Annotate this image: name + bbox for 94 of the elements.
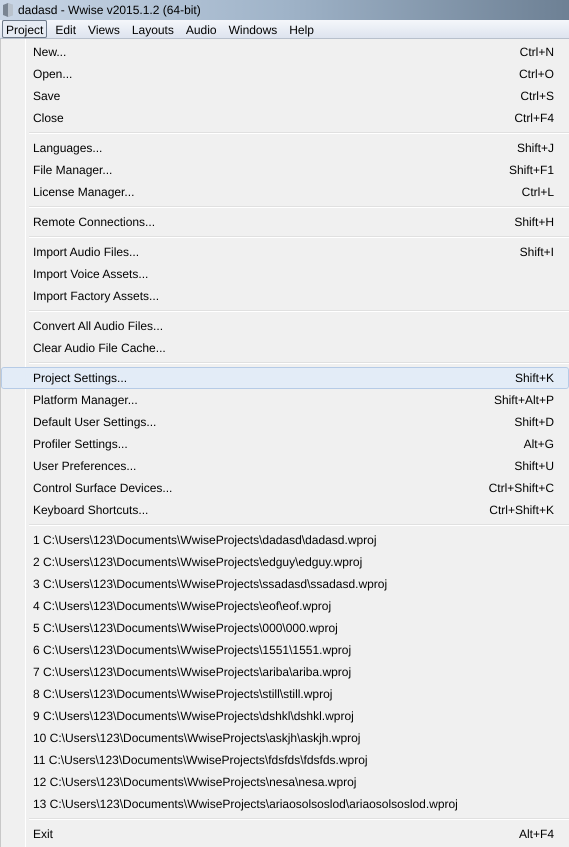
- shortcut-label: Ctrl+Shift+C: [488, 480, 554, 497]
- menu-item-label: Profiler Settings...: [33, 436, 128, 453]
- menu-item-label: Import Factory Assets...: [33, 288, 160, 305]
- menu-item-label: 12 C:\Users\123\Documents\WwiseProjects\nesa\nesa.wproj: [33, 774, 356, 791]
- menu-item-label: Platform Manager...: [33, 392, 138, 409]
- menu-item-label: Import Audio Files...: [33, 244, 140, 261]
- menu-item-label: Exit: [33, 826, 54, 843]
- menu-item[interactable]: 4 C:\Users\123\Documents\WwiseProjects\eof\eof.wproj: [1, 595, 569, 617]
- menu-item-label: 13 C:\Users\123\Documents\WwiseProjects\ariaosolsoslod\ariaosolsoslod.wproj: [33, 796, 458, 813]
- menu-item[interactable]: Keyboard Shortcuts... Ctrl+Shift+K: [1, 499, 569, 521]
- menu-item[interactable]: User Preferences... Shift+U: [1, 455, 569, 477]
- menu-item-label: 8 C:\Users\123\Documents\WwiseProjects\still\still.wproj: [33, 686, 332, 703]
- menu-item-label: Close: [33, 110, 64, 127]
- shortcut-label: Shift+J: [516, 140, 554, 157]
- shortcut-label: Shift+U: [514, 458, 554, 475]
- menu-item-label: 9 C:\Users\123\Documents\WwiseProjects\dshkl\dshkl.wproj: [33, 708, 354, 725]
- menu-item[interactable]: Import Factory Assets...: [1, 285, 569, 307]
- menu-item[interactable]: 6 C:\Users\123\Documents\WwiseProjects\1551\1551.wproj: [1, 639, 569, 661]
- menu-bar-item[interactable]: Project: [2, 20, 48, 38]
- shortcut-label: Ctrl+N: [520, 44, 554, 61]
- shortcut-label: Ctrl+Shift+K: [489, 502, 554, 519]
- menu-item[interactable]: Control Surface Devices... Ctrl+Shift+C: [1, 477, 569, 499]
- menu-item-label: 2 C:\Users\123\Documents\WwiseProjects\edguy\edguy.wproj: [33, 554, 362, 571]
- menu-item[interactable]: Remote Connections... Shift+H: [1, 211, 569, 233]
- menu-item-label: Clear Audio File Cache...: [33, 340, 166, 357]
- shortcut-label: Ctrl+O: [518, 66, 554, 83]
- menu-item[interactable]: Save Ctrl+S: [1, 85, 569, 107]
- menu-item-label: Project Settings...: [33, 370, 128, 387]
- menu-item[interactable]: Languages... Shift+J: [1, 137, 569, 159]
- menu-item[interactable]: 13 C:\Users\123\Documents\WwiseProjects\ariaosolsoslod\ariaosolsoslod.wproj: [1, 793, 569, 815]
- menu-bar-item[interactable]: Views: [84, 20, 124, 38]
- menu-item[interactable]: 11 C:\Users\123\Documents\WwiseProjects\fdsfds\fdsfds.wproj: [1, 749, 569, 771]
- menu-item-label: Default User Settings...: [33, 414, 156, 431]
- menu-item[interactable]: 7 C:\Users\123\Documents\WwiseProjects\ariba\ariba.wproj: [1, 661, 569, 683]
- menu-item[interactable]: Profiler Settings... Alt+G: [1, 433, 569, 455]
- menu-item-label: 10 C:\Users\123\Documents\WwiseProjects\askjh\askjh.wproj: [33, 730, 360, 747]
- menu-item[interactable]: Project Settings... Shift+K: [1, 367, 569, 389]
- menu-item-label: File Manager...: [33, 162, 112, 179]
- menu-item[interactable]: New... Ctrl+N: [1, 41, 569, 63]
- menu-item-label: Languages...: [33, 140, 102, 157]
- menu-item-label: 11 C:\Users\123\Documents\WwiseProjects\fdsfds\fdsfds.wproj: [33, 752, 368, 769]
- shortcut-label: Shift+F1: [508, 162, 554, 179]
- menu-item[interactable]: Import Voice Assets...: [1, 263, 569, 285]
- menu-item[interactable]: License Manager... Ctrl+L: [1, 181, 569, 203]
- shortcut-label: Ctrl+F4: [514, 110, 554, 127]
- menu-item-label: Import Voice Assets...: [33, 266, 148, 283]
- menu-bar-item[interactable]: Windows: [224, 20, 282, 38]
- menu-item-label: 4 C:\Users\123\Documents\WwiseProjects\eof\eof.wproj: [33, 598, 332, 615]
- menu-item[interactable]: Exit Alt+F4: [1, 823, 569, 845]
- menu-item[interactable]: 2 C:\Users\123\Documents\WwiseProjects\edguy\edguy.wproj: [1, 551, 569, 573]
- menu-item-label: License Manager...: [33, 184, 134, 201]
- menu-item-label: Save: [33, 88, 60, 105]
- shortcut-label: Shift+Alt+P: [494, 392, 554, 409]
- menu-item-label: 6 C:\Users\123\Documents\WwiseProjects\1551\1551.wproj: [33, 642, 352, 659]
- menu-item[interactable]: Open... Ctrl+O: [1, 63, 569, 85]
- shortcut-label: Shift+I: [520, 244, 554, 261]
- menu-item-label: Remote Connections...: [33, 214, 156, 231]
- menu-item[interactable]: 9 C:\Users\123\Documents\WwiseProjects\dshkl\dshkl.wproj: [1, 705, 569, 727]
- menu-item[interactable]: File Manager... Shift+F1: [1, 159, 569, 181]
- shortcut-label: Ctrl+L: [522, 184, 554, 201]
- menu-item[interactable]: Clear Audio File Cache...: [1, 337, 569, 359]
- menu-item[interactable]: Platform Manager... Shift+Alt+P: [1, 389, 569, 411]
- shortcut-label: Alt+G: [524, 436, 554, 453]
- menu-item-label: New...: [33, 44, 66, 61]
- window-title: dadasd - Wwise v2015.1.2 (64-bit): [18, 2, 201, 19]
- menu-item[interactable]: 12 C:\Users\123\Documents\WwiseProjects\nesa\nesa.wproj: [1, 771, 569, 793]
- app-icon: [2, 3, 14, 17]
- menu-item[interactable]: 1 C:\Users\123\Documents\WwiseProjects\dadasd\dadasd.wproj: [1, 529, 569, 551]
- menu-item-label: Open...: [33, 66, 72, 83]
- menu-item[interactable]: Default User Settings... Shift+D: [1, 411, 569, 433]
- menu-item[interactable]: 10 C:\Users\123\Documents\WwiseProjects\askjh\askjh.wproj: [1, 727, 569, 749]
- menu-item-label: 7 C:\Users\123\Documents\WwiseProjects\ariba\ariba.wproj: [33, 664, 352, 681]
- menu-item-label: Convert All Audio Files...: [33, 318, 164, 335]
- menu-item-label: User Preferences...: [33, 458, 136, 475]
- shortcut-label: Shift+K: [514, 370, 554, 387]
- shortcut-label: Alt+F4: [518, 826, 554, 843]
- shortcut-label: Shift+D: [514, 414, 554, 431]
- menu-bar-item[interactable]: Audio: [182, 20, 221, 38]
- menu-item-label: 5 C:\Users\123\Documents\WwiseProjects\000\000.wproj: [33, 620, 338, 637]
- menu-item-label: Keyboard Shortcuts...: [33, 502, 148, 519]
- menu-item[interactable]: 5 C:\Users\123\Documents\WwiseProjects\000\000.wproj: [1, 617, 569, 639]
- menu-item-label: 1 C:\Users\123\Documents\WwiseProjects\dadasd\dadasd.wproj: [33, 532, 376, 549]
- menu-item[interactable]: Import Audio Files... Shift+I: [1, 241, 569, 263]
- menu-item[interactable]: 3 C:\Users\123\Documents\WwiseProjects\ssadasd\ssadasd.wproj: [1, 573, 569, 595]
- menu-bar-item[interactable]: Layouts: [128, 20, 178, 38]
- menu-item[interactable]: Close Ctrl+F4: [1, 107, 569, 129]
- shortcut-label: Shift+H: [514, 214, 554, 231]
- shortcut-label: Ctrl+S: [520, 88, 554, 105]
- menu-item[interactable]: 8 C:\Users\123\Documents\WwiseProjects\still\still.wproj: [1, 683, 569, 705]
- menu-bar-item[interactable]: Edit: [51, 20, 80, 38]
- menu-item-label: Control Surface Devices...: [33, 480, 172, 497]
- menu-bar-item[interactable]: Help: [285, 20, 318, 38]
- menu-item[interactable]: Convert All Audio Files...: [1, 315, 569, 337]
- menu-item-label: 3 C:\Users\123\Documents\WwiseProjects\ssadasd\ssadasd.wproj: [33, 576, 388, 593]
